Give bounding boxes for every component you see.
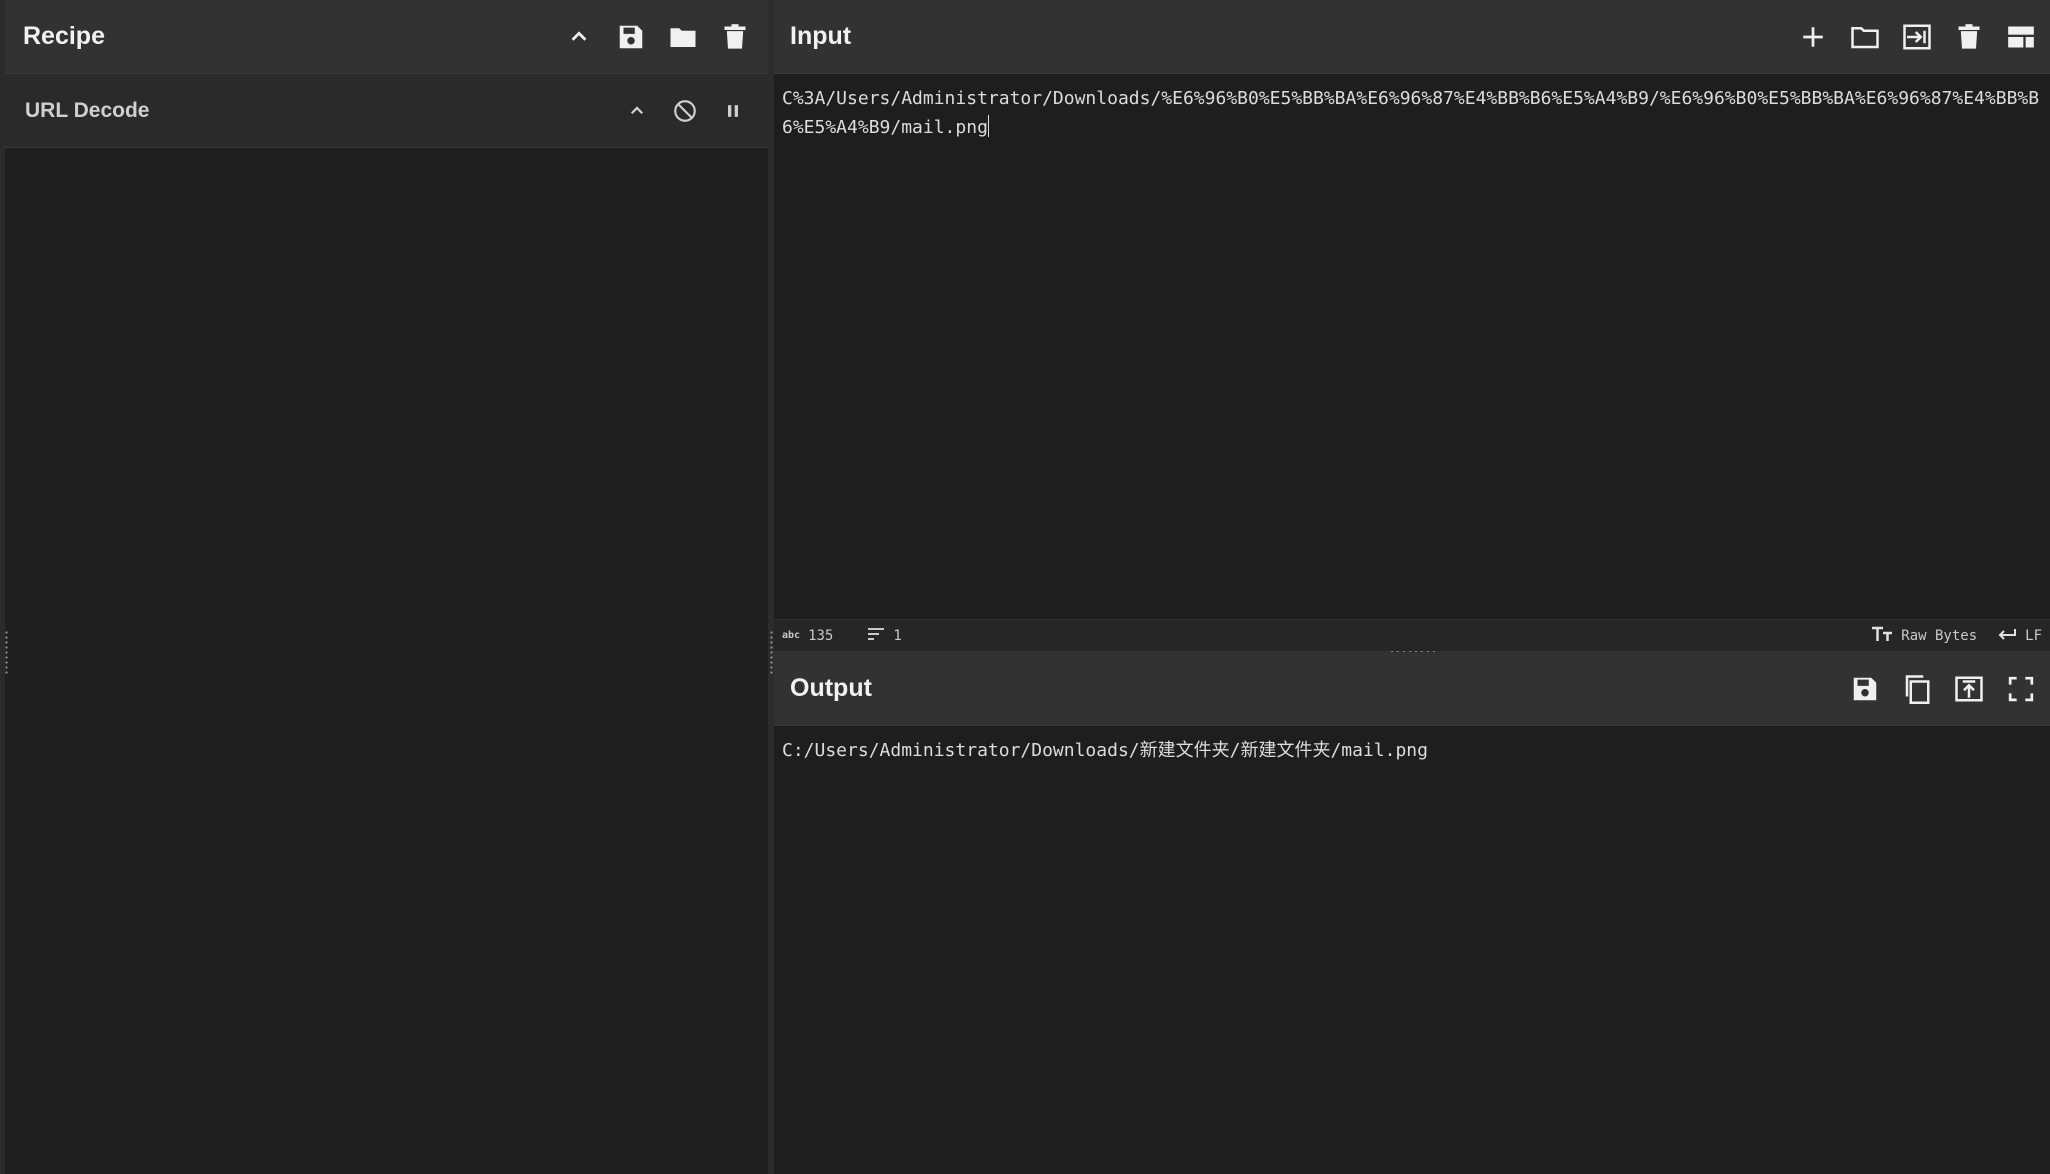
clear-recipe-trash-icon[interactable]: [720, 22, 750, 52]
load-recipe-folder-icon[interactable]: [668, 22, 698, 52]
fullscreen-icon[interactable]: [2006, 674, 2036, 704]
input-text: C%3A/Users/Administrator/Downloads/%E6%9…: [782, 88, 2040, 138]
input-length: 135: [808, 627, 834, 644]
pause-breakpoint-icon[interactable]: [718, 96, 748, 126]
text-type-icon: [1871, 626, 1893, 646]
input-lines: 1: [893, 627, 902, 644]
text-caret: [987, 115, 989, 137]
save-recipe-icon[interactable]: [616, 22, 646, 52]
collapse-chevron-icon[interactable]: [622, 96, 652, 126]
copy-output-icon[interactable]: [1902, 674, 1932, 704]
lines-stat: 1: [867, 627, 902, 645]
recipe-pane: Recipe URL Decode: [0, 0, 768, 1174]
replace-input-icon[interactable]: [1954, 674, 1984, 704]
output-pane: Output C:/Users/Administrator/Downloads/…: [774, 652, 2050, 1174]
length-stat: abc 135: [782, 628, 833, 644]
input-status-bar: abc 135 1 Raw Bytes LF: [774, 619, 2050, 652]
encoding-selector[interactable]: Raw Bytes: [1871, 626, 1977, 646]
eol-selector[interactable]: LF: [1997, 627, 2042, 645]
left-resize-grip[interactable]: [5, 630, 8, 674]
open-folder-icon[interactable]: [1850, 22, 1880, 52]
encoding-label: Raw Bytes: [1901, 627, 1978, 644]
output-text-area[interactable]: C:/Users/Administrator/Downloads/新建文件夹/新…: [774, 726, 2050, 775]
input-header: Input: [774, 0, 2050, 74]
chevron-up-icon[interactable]: [564, 22, 594, 52]
abc-icon: abc: [782, 630, 801, 641]
output-header: Output: [774, 652, 2050, 726]
input-pane: Input C%3A/Users/Administrator/Downloads…: [774, 0, 2050, 654]
output-text: C:/Users/Administrator/Downloads/新建文件夹/新…: [782, 740, 1428, 761]
recipe-operation-url-decode[interactable]: URL Decode: [5, 74, 768, 148]
operation-name: URL Decode: [25, 98, 150, 122]
save-output-icon[interactable]: [1850, 674, 1880, 704]
eol-label: LF: [2025, 627, 2042, 644]
return-arrow-icon: [1997, 627, 2017, 645]
disable-operation-icon[interactable]: [670, 96, 700, 126]
recipe-title: Recipe: [23, 22, 105, 50]
layout-panes-icon[interactable]: [2006, 22, 2036, 52]
divider-grip[interactable]: [770, 630, 773, 674]
input-title: Input: [790, 22, 852, 50]
input-text-area[interactable]: C%3A/Users/Administrator/Downloads/%E6%9…: [774, 74, 2050, 619]
lines-icon: [867, 627, 885, 645]
clear-input-trash-icon[interactable]: [1954, 22, 1984, 52]
add-tab-plus-icon[interactable]: [1798, 22, 1828, 52]
output-title: Output: [790, 674, 872, 702]
open-file-input-icon[interactable]: [1902, 22, 1932, 52]
recipe-header: Recipe: [5, 0, 768, 74]
